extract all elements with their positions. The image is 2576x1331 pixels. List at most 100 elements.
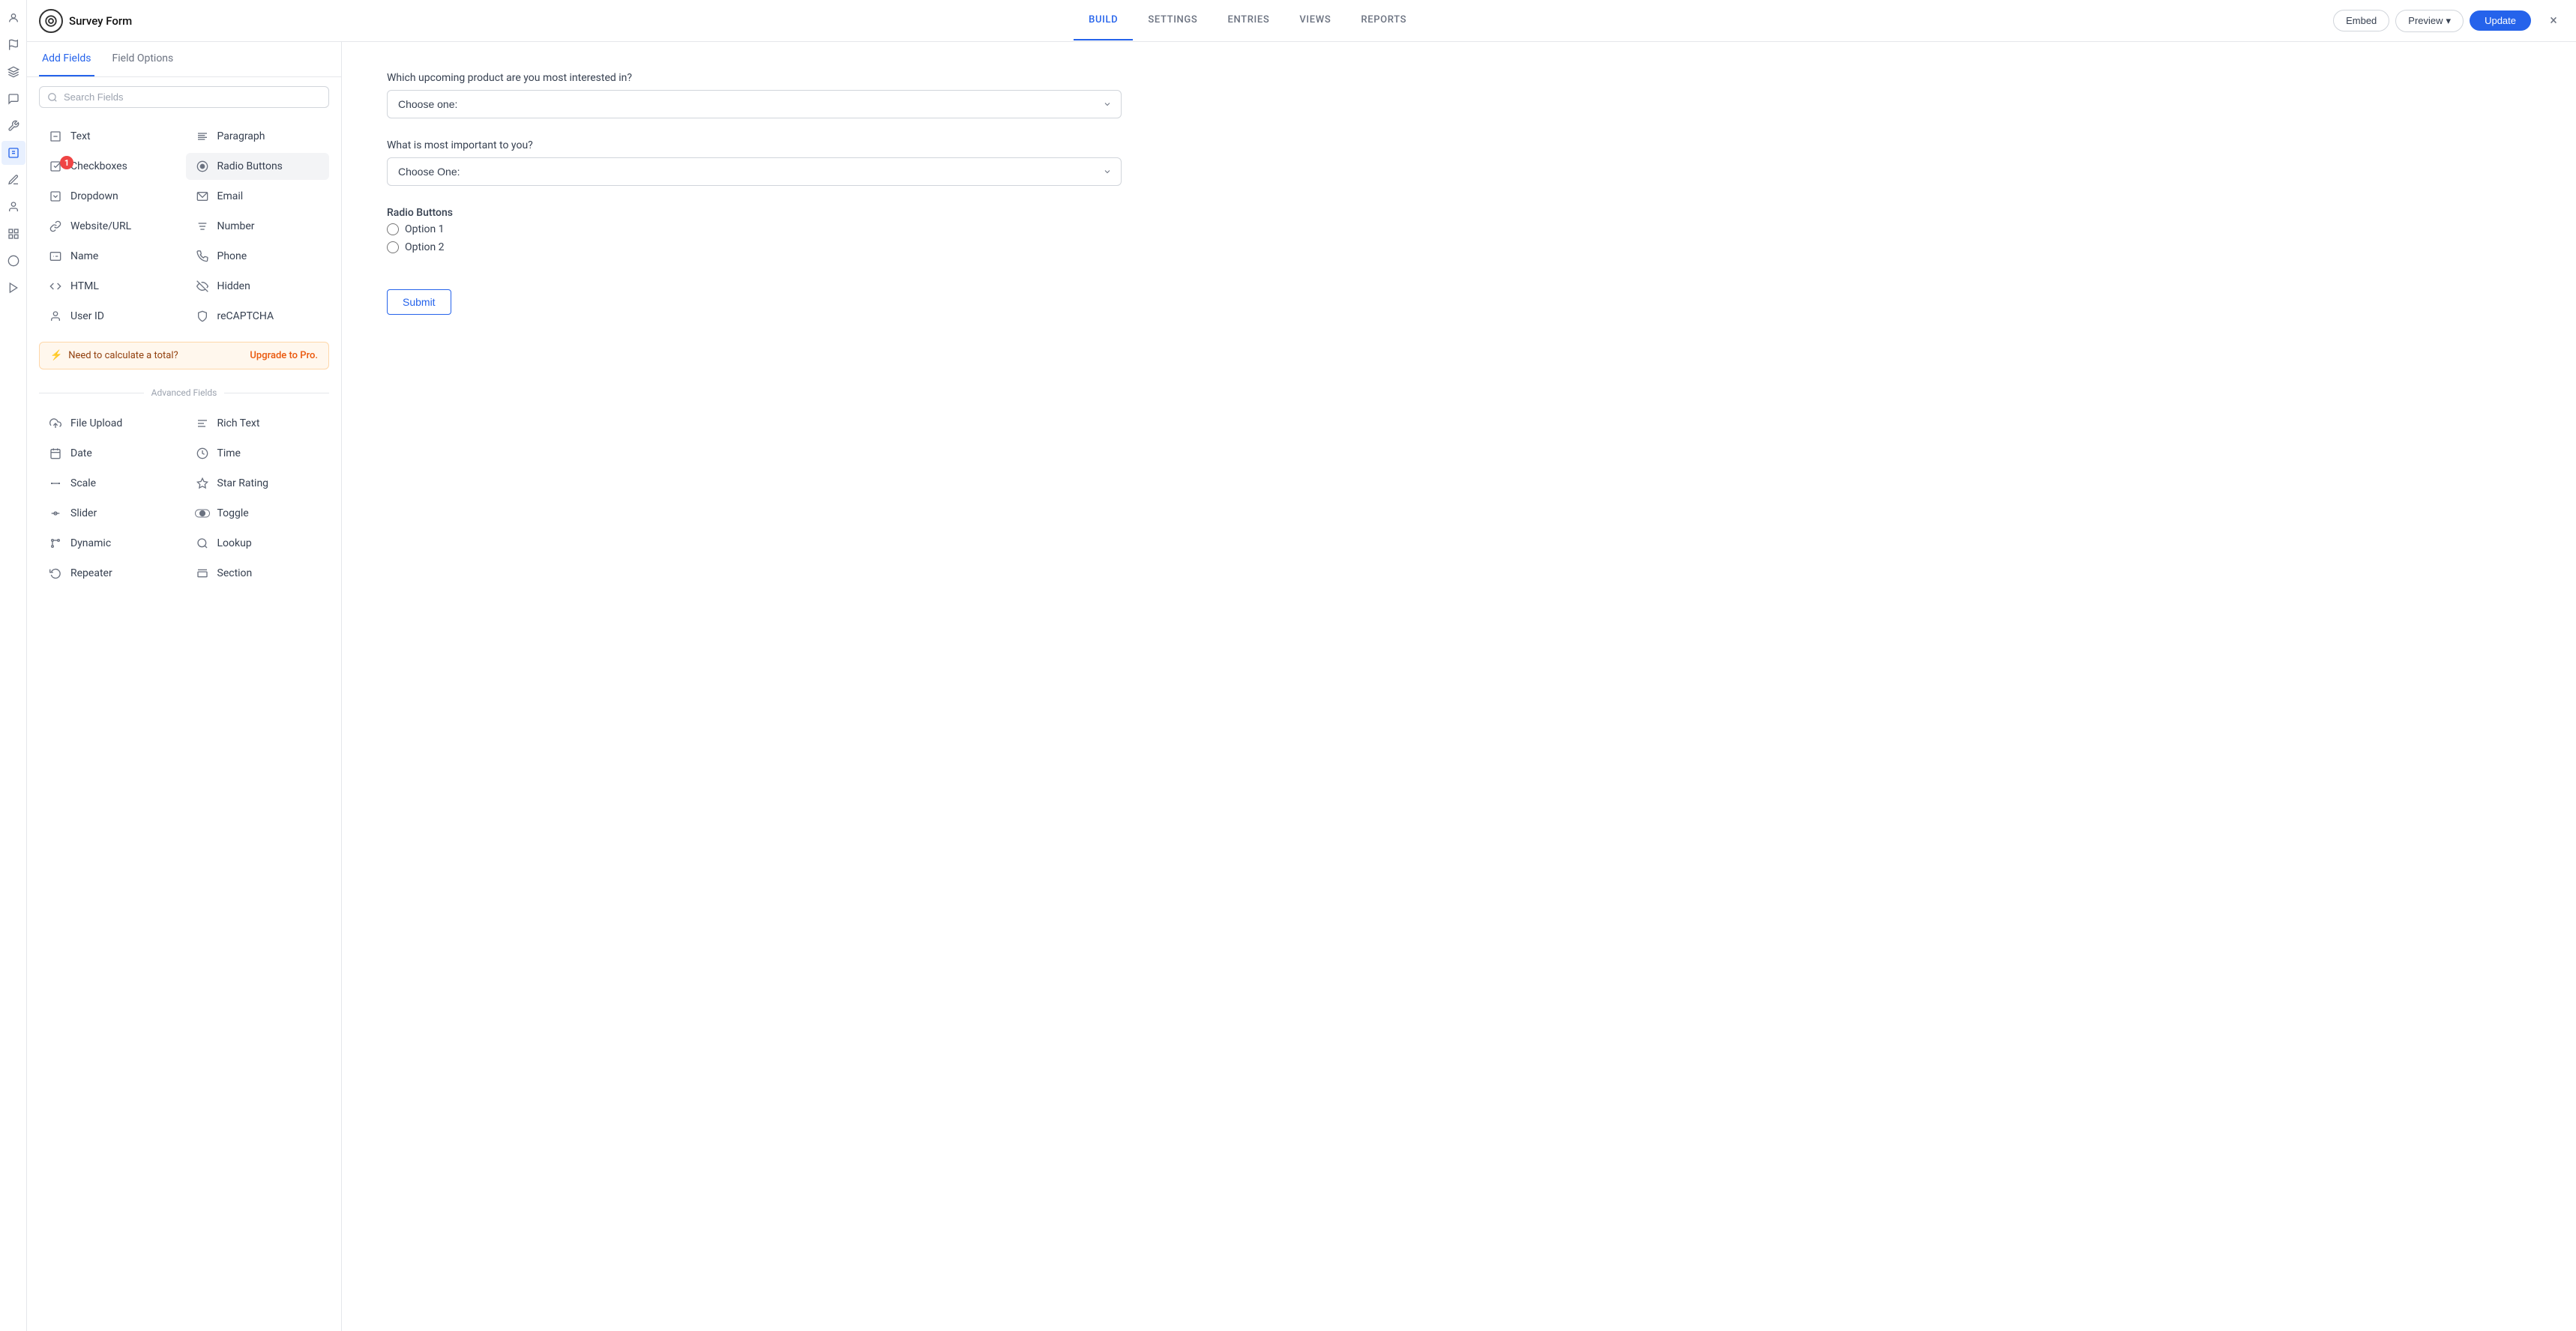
main-container: Survey Form BUILD SETTINGS ENTRIES VIEWS… <box>27 0 2576 1331</box>
scale-icon <box>48 477 63 489</box>
tab-views[interactable]: VIEWS <box>1284 1 1346 40</box>
search-input[interactable] <box>64 91 321 103</box>
field-website[interactable]: Website/URL <box>39 213 183 240</box>
field-date[interactable]: Date <box>39 440 183 467</box>
field-text[interactable]: Text <box>39 123 183 150</box>
date-icon <box>48 447 63 459</box>
field-slider-label: Slider <box>70 507 97 519</box>
field-radio-buttons[interactable]: Radio Buttons <box>186 153 330 180</box>
field-section[interactable]: Section <box>186 560 330 587</box>
recaptcha-icon <box>195 310 210 322</box>
sidebar-icon-play[interactable] <box>1 276 25 300</box>
sidebar-icon-chat[interactable] <box>1 87 25 111</box>
embed-button[interactable]: Embed <box>2333 10 2389 31</box>
radio-icon <box>195 160 210 172</box>
field-time[interactable]: Time <box>186 440 330 467</box>
preview-button[interactable]: Preview ▾ <box>2395 10 2464 32</box>
tab-field-options[interactable]: Field Options <box>109 42 177 76</box>
field-dynamic[interactable]: Dynamic <box>39 530 183 557</box>
sidebar-icon-grid[interactable] <box>1 222 25 246</box>
question-2-select[interactable]: Choose One: <box>387 157 1122 186</box>
slider-icon <box>48 507 63 519</box>
field-userid[interactable]: User ID <box>39 303 183 330</box>
radio-option-2-label: Option 2 <box>405 241 445 253</box>
toggle-icon <box>195 509 210 518</box>
field-star-rating-label: Star Rating <box>217 477 269 489</box>
field-paragraph[interactable]: Paragraph <box>186 123 330 150</box>
field-checkboxes[interactable]: 1 Checkboxes <box>39 153 183 180</box>
tab-build[interactable]: BUILD <box>1074 1 1133 40</box>
hidden-icon <box>195 280 210 292</box>
field-paragraph-label: Paragraph <box>217 130 265 142</box>
sidebar-icon-user2[interactable] <box>1 195 25 219</box>
field-toggle-label: Toggle <box>217 507 249 519</box>
form-canvas: Which upcoming product are you most inte… <box>342 42 2576 1331</box>
logo-icon <box>39 9 63 33</box>
section-icon <box>195 567 210 579</box>
field-file-upload[interactable]: File Upload <box>39 410 183 437</box>
upgrade-link[interactable]: Upgrade to Pro. <box>250 350 318 361</box>
close-button[interactable]: × <box>2543 10 2564 31</box>
sidebar-icon-forms[interactable] <box>1 141 25 165</box>
submit-button[interactable]: Submit <box>387 289 451 315</box>
website-icon <box>48 220 63 232</box>
field-hidden-label: Hidden <box>217 280 250 292</box>
app-title: Survey Form <box>69 14 132 28</box>
form-question-1: Which upcoming product are you most inte… <box>387 72 2531 118</box>
advanced-section-label: Advanced Fields <box>151 387 217 398</box>
number-icon <box>195 220 210 232</box>
tab-reports[interactable]: REPORTS <box>1346 1 1421 40</box>
field-scale[interactable]: Scale <box>39 470 183 497</box>
field-number-label: Number <box>217 220 255 232</box>
field-recaptcha[interactable]: reCAPTCHA <box>186 303 330 330</box>
update-button[interactable]: Update <box>2470 10 2531 31</box>
field-html[interactable]: HTML <box>39 273 183 300</box>
rich-text-icon <box>195 417 210 429</box>
sidebar-icon-circle[interactable] <box>1 249 25 273</box>
tab-settings[interactable]: SETTINGS <box>1133 1 1212 40</box>
radio-option-1[interactable]: Option 1 <box>387 223 2531 235</box>
field-name-label: Name <box>70 250 98 262</box>
sidebar-icon-tool[interactable] <box>1 114 25 138</box>
field-scale-label: Scale <box>70 477 96 489</box>
radio-group: Option 1 Option 2 <box>387 223 2531 253</box>
sidebar-icon-pen[interactable] <box>1 168 25 192</box>
radio-input-1[interactable] <box>387 223 399 235</box>
field-phone-label: Phone <box>217 250 247 262</box>
upgrade-text: Need to calculate a total? <box>68 350 178 361</box>
repeater-icon <box>48 567 63 579</box>
sidebar-icon-layers[interactable] <box>1 60 25 84</box>
search-input-wrap <box>39 86 329 108</box>
field-hidden[interactable]: Hidden <box>186 273 330 300</box>
userid-icon <box>48 310 63 322</box>
field-name[interactable]: Name <box>39 243 183 270</box>
star-rating-icon <box>195 477 210 489</box>
field-lookup[interactable]: Lookup <box>186 530 330 557</box>
field-checkboxes-label: Checkboxes <box>70 160 127 172</box>
field-website-label: Website/URL <box>70 220 131 232</box>
field-number[interactable]: Number <box>186 213 330 240</box>
field-userid-label: User ID <box>70 310 104 322</box>
time-icon <box>195 447 210 459</box>
advanced-fields-divider: Advanced Fields <box>27 375 341 404</box>
advanced-fields-grid: File Upload Rich Text Date <box>27 404 341 593</box>
field-repeater[interactable]: Repeater <box>39 560 183 587</box>
field-recaptcha-label: reCAPTCHA <box>217 310 274 322</box>
tab-add-fields[interactable]: Add Fields <box>39 42 94 76</box>
sidebar-icon-flag[interactable] <box>1 33 25 57</box>
field-slider[interactable]: Slider <box>39 500 183 527</box>
field-rich-text[interactable]: Rich Text <box>186 410 330 437</box>
field-email[interactable]: Email <box>186 183 330 210</box>
field-toggle[interactable]: Toggle <box>186 500 330 527</box>
radio-option-2[interactable]: Option 2 <box>387 241 2531 253</box>
form-question-radio: Radio Buttons Option 1 Option 2 <box>387 207 2531 253</box>
email-icon <box>195 190 210 202</box>
radio-input-2[interactable] <box>387 241 399 253</box>
field-dropdown[interactable]: Dropdown <box>39 183 183 210</box>
sidebar-icon-avatar[interactable] <box>1 6 25 30</box>
field-phone[interactable]: Phone <box>186 243 330 270</box>
question-1-select[interactable]: Choose one: <box>387 90 1122 118</box>
badge-count: 1 <box>60 156 73 169</box>
field-star-rating[interactable]: Star Rating <box>186 470 330 497</box>
tab-entries[interactable]: ENTRIES <box>1212 1 1284 40</box>
